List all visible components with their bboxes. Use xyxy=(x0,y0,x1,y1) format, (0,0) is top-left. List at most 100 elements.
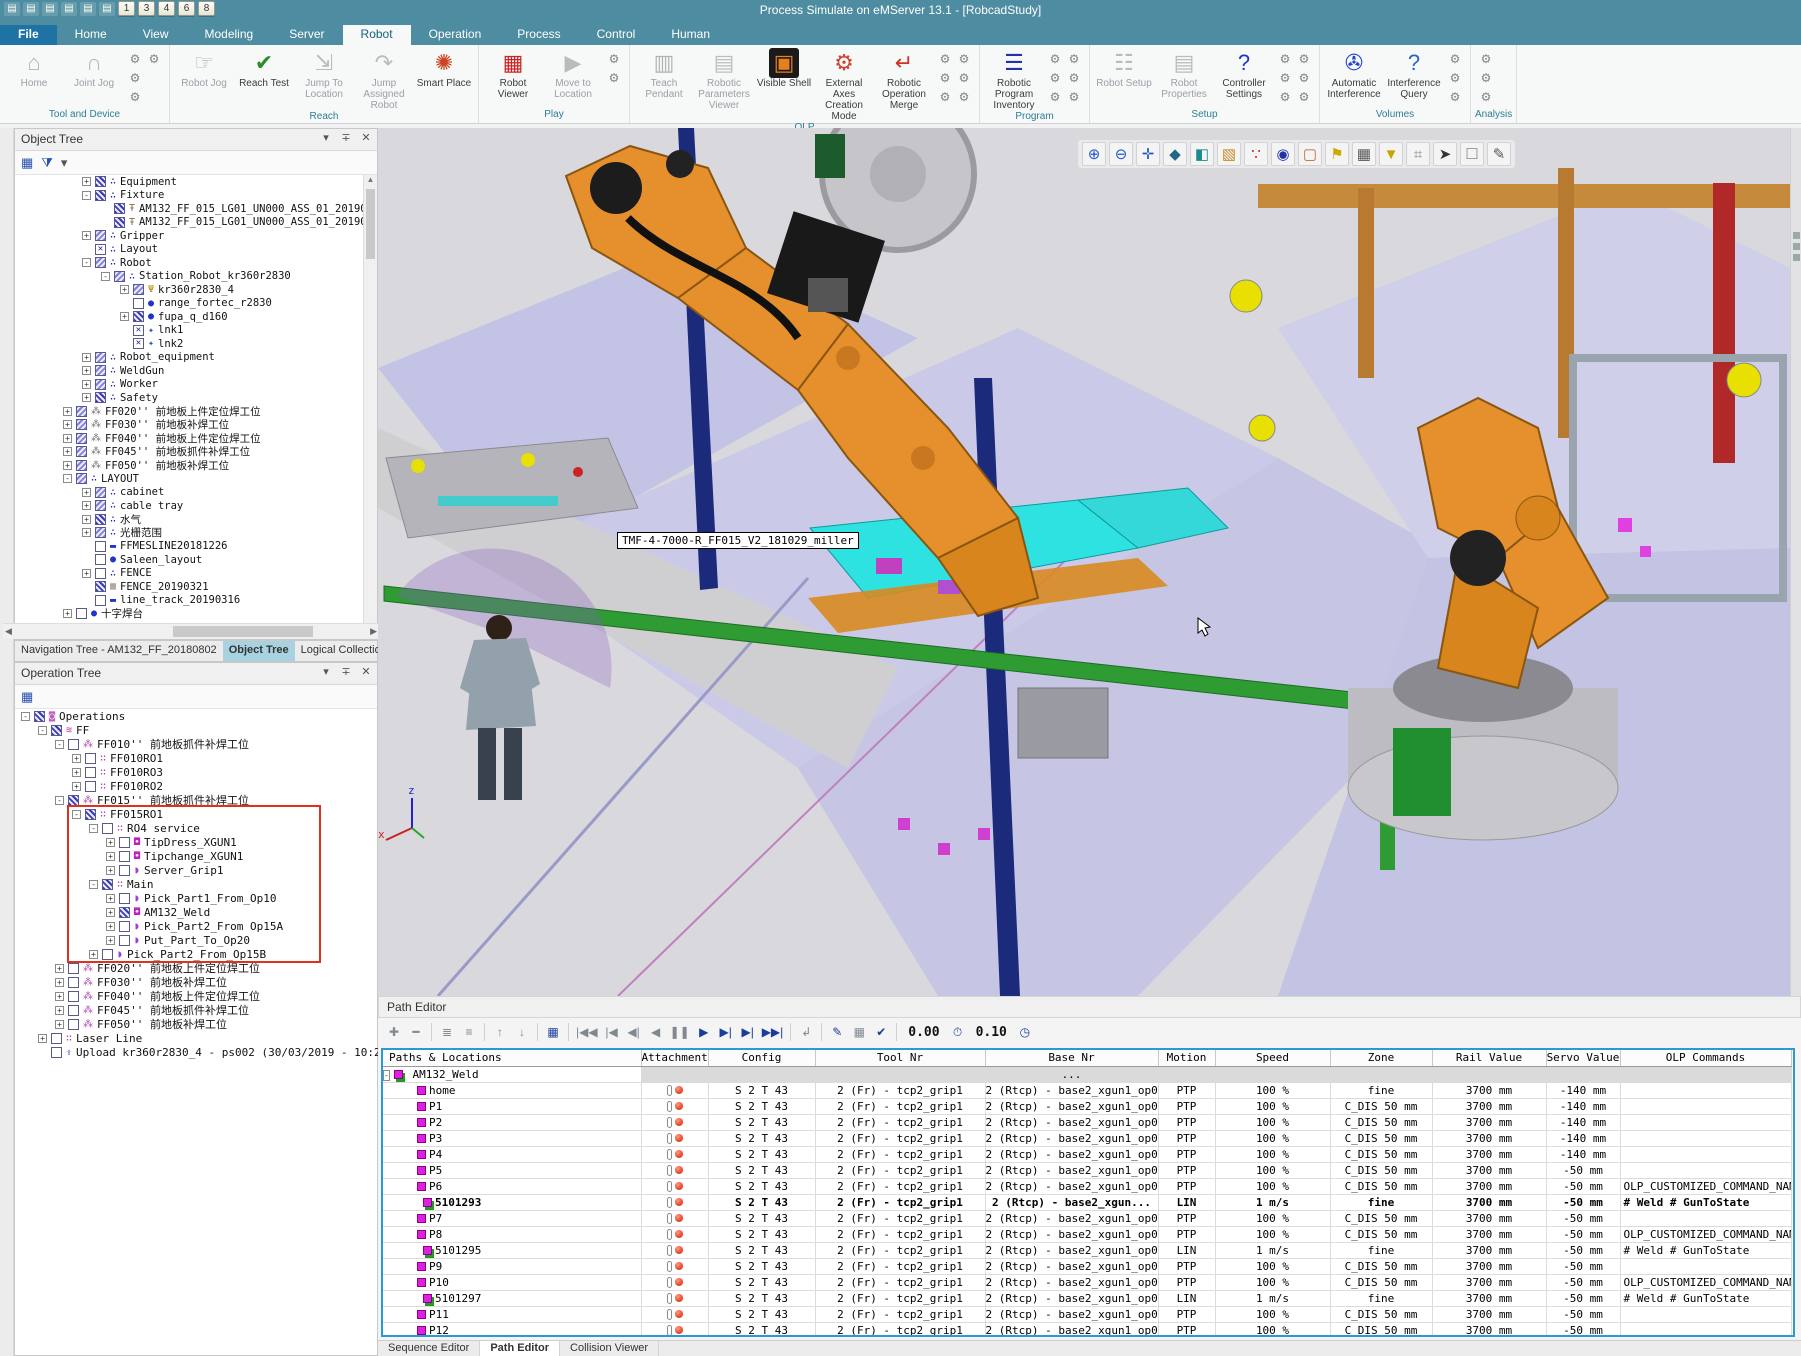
robotic-operation-merge-button[interactable]: ↵Robotic Operation Merge xyxy=(875,48,933,111)
edit-path-icon[interactable]: ✎ xyxy=(827,1022,847,1042)
tree-item[interactable]: +✕✦lnk2 xyxy=(15,337,365,351)
visibility-checkbox[interactable] xyxy=(85,809,96,820)
tree-item[interactable]: +◘AM132_Weld xyxy=(15,905,379,919)
tree-item[interactable]: +◗Server_Grip1 xyxy=(15,863,379,877)
collapse-icon[interactable]: - xyxy=(72,810,81,819)
tree-item[interactable]: +∴Equipment xyxy=(15,175,365,189)
pick-color-icon[interactable]: ∵ xyxy=(1244,142,1268,166)
tree-item[interactable]: +ŦAM132_FF_015_LG01_UN000_ASS_01_2019021… xyxy=(15,216,365,230)
tree-item[interactable]: +∷Laser Line xyxy=(15,1031,379,1045)
frame-back-icon[interactable]: ◀| xyxy=(624,1022,644,1042)
rotate-volume-icon[interactable]: ⚙ xyxy=(1446,88,1464,106)
tree-item[interactable]: +●Saleen_layout xyxy=(15,553,365,567)
prev-operation-icon[interactable]: |◀ xyxy=(602,1022,622,1042)
tree-item[interactable]: +◗Pick_Part1_From_Op10 xyxy=(15,891,379,905)
tree-item[interactable]: -∷FF015RO1 xyxy=(15,807,379,821)
tree-item[interactable]: +∴水气 xyxy=(15,513,365,527)
column-header-tool-nr[interactable]: Tool Nr xyxy=(815,1050,985,1066)
select-frame-icon[interactable]: ☐ xyxy=(1460,142,1484,166)
expand-icon[interactable]: + xyxy=(82,380,91,389)
expand-icon[interactable]: + xyxy=(63,407,72,416)
tree-item[interactable]: +∴FENCE xyxy=(15,567,365,581)
tree-item[interactable]: -∷Main xyxy=(15,877,379,891)
move-down-icon[interactable]: ↓ xyxy=(512,1022,532,1042)
location-row[interactable]: 5101295S 2 T 432 (Fr) - tcp2_grip12 (Rtc… xyxy=(383,1242,1791,1258)
visibility-checkbox[interactable] xyxy=(119,851,130,862)
visibility-checkbox[interactable] xyxy=(119,893,130,904)
pin-icon[interactable]: ∓ xyxy=(339,131,353,144)
location-row[interactable]: P8S 2 T 432 (Fr) - tcp2_grip12 (Rtcp) - … xyxy=(383,1226,1791,1242)
snapshot-icon[interactable]: ▦ xyxy=(1352,142,1376,166)
scroll-left-icon[interactable]: ◀ xyxy=(5,626,12,637)
tree-item[interactable]: +Ψkr360r2830_4 xyxy=(15,283,365,297)
tree-item[interactable]: +ŦAM132_FF_015_LG01_UN000_ASS_01_2019021… xyxy=(15,202,365,216)
tree-item[interactable]: +⁂FF045'' 前地板抓件补焊工位 xyxy=(15,445,365,459)
visibility-checkbox[interactable] xyxy=(95,500,106,511)
tree-item[interactable]: +∷FF010RO3 xyxy=(15,765,379,779)
visibility-checkbox[interactable] xyxy=(76,446,87,457)
expand-icon[interactable]: + xyxy=(82,177,91,186)
tree-item[interactable]: +●range_fortec_r2830 xyxy=(15,297,365,311)
program-assign-icon[interactable]: ⚙ xyxy=(1046,88,1064,106)
expand-icon[interactable]: + xyxy=(72,782,81,791)
ribbon-tab-human[interactable]: Human xyxy=(653,25,728,45)
measure-caliper-icon[interactable]: ⚙ xyxy=(1295,88,1313,106)
markers-icon[interactable]: ⚑ xyxy=(1325,142,1349,166)
rotate-view-icon[interactable]: ◆ xyxy=(1163,142,1187,166)
fly-to-location-icon[interactable]: ⚙ xyxy=(605,50,623,68)
customize-columns-icon[interactable]: ▦ xyxy=(543,1022,563,1042)
time-table-icon[interactable]: ⚙ xyxy=(1477,69,1495,87)
mount-tool-icon[interactable]: ⚙ xyxy=(126,88,144,106)
tree-item[interactable]: +∴cabinet xyxy=(15,486,365,500)
column-header-rail-value[interactable]: Rail Value xyxy=(1432,1050,1546,1066)
ribbon-tab-server[interactable]: Server xyxy=(271,25,342,45)
visibility-checkbox[interactable] xyxy=(76,608,87,619)
visibility-checkbox[interactable]: ✕ xyxy=(133,325,144,336)
tree-item[interactable]: +⁂FF020'' 前地板上件定位焊工位 xyxy=(15,961,379,975)
filter-icon[interactable]: ▼ xyxy=(1379,142,1403,166)
tree-item[interactable]: -∴LAYOUT xyxy=(15,472,365,486)
object-tree-horizontal-scrollbar[interactable]: ◀ ▶ xyxy=(3,623,379,639)
visibility-checkbox[interactable] xyxy=(102,949,113,960)
filter-dropdown-icon[interactable]: ▾ xyxy=(61,155,68,171)
tree-item[interactable]: +∴Worker xyxy=(15,378,365,392)
tree-tab-navigation-tree-am132-ff-20180802[interactable]: Navigation Tree - AM132_FF_20180802 xyxy=(15,641,223,661)
next-operation-icon[interactable]: ▶| xyxy=(738,1022,758,1042)
visibility-checkbox[interactable] xyxy=(68,795,79,806)
scroll-right-icon[interactable]: ▶ xyxy=(370,626,377,637)
visibility-checkbox[interactable] xyxy=(95,176,106,187)
selected-robot-icon[interactable]: ⚙ xyxy=(126,50,144,68)
tree-item[interactable]: -≋FF xyxy=(15,723,379,737)
scrollbar-thumb[interactable] xyxy=(173,626,313,637)
tree-item[interactable]: -⁂FF015'' 前地板抓件补焊工位 xyxy=(15,793,379,807)
editor-tab-sequence-editor[interactable]: Sequence Editor xyxy=(378,1341,480,1356)
panel-menu-icon[interactable]: ▾ xyxy=(319,131,333,144)
customize-tree-columns-icon[interactable]: ▦ xyxy=(21,155,33,171)
robot-signal-icon[interactable]: ⚙ xyxy=(126,69,144,87)
expand-icon[interactable]: + xyxy=(106,936,115,945)
jump-end-icon[interactable]: ▶▶| xyxy=(760,1022,786,1042)
robot-program-list-icon[interactable]: ⚙ xyxy=(936,50,954,68)
step-between-locations-icon[interactable]: ⚙ xyxy=(605,69,623,87)
tree-item[interactable]: +◗Put_Part_To_Op20 xyxy=(15,933,379,947)
expand-icon[interactable]: + xyxy=(63,420,72,429)
show-operations-icon[interactable]: ≣ xyxy=(437,1022,457,1042)
controller-settings-button[interactable]: ?Controller Settings xyxy=(1215,48,1273,100)
expand-icon[interactable]: + xyxy=(106,894,115,903)
visibility-checkbox[interactable] xyxy=(95,527,106,538)
tree-item[interactable]: +⁂FF050'' 前地板补焊工位 xyxy=(15,459,365,473)
panel-menu-icon[interactable]: ▾ xyxy=(319,665,333,678)
expand-icon[interactable]: + xyxy=(82,393,91,402)
visibility-checkbox[interactable] xyxy=(76,433,87,444)
time-report-icon[interactable]: ⚙ xyxy=(1477,50,1495,68)
object-tree-vertical-scrollbar[interactable]: ▲ xyxy=(363,175,377,623)
location-row[interactable]: P11S 2 T 432 (Fr) - tcp2_grip12 (Rtcp) -… xyxy=(383,1306,1791,1322)
visible-shell-button[interactable]: ▣Visible Shell xyxy=(755,48,813,89)
robot-properties-button[interactable]: ▤Robot Properties xyxy=(1155,48,1213,100)
expand-icon[interactable]: + xyxy=(82,488,91,497)
visibility-checkbox[interactable] xyxy=(51,725,62,736)
location-row[interactable]: P9S 2 T 432 (Fr) - tcp2_grip12 (Rtcp) - … xyxy=(383,1258,1791,1274)
column-header-paths-locations[interactable]: Paths & Locations xyxy=(383,1050,641,1066)
path-group-row[interactable]: - AM132_Weld... xyxy=(383,1066,1791,1082)
visibility-checkbox[interactable] xyxy=(76,460,87,471)
